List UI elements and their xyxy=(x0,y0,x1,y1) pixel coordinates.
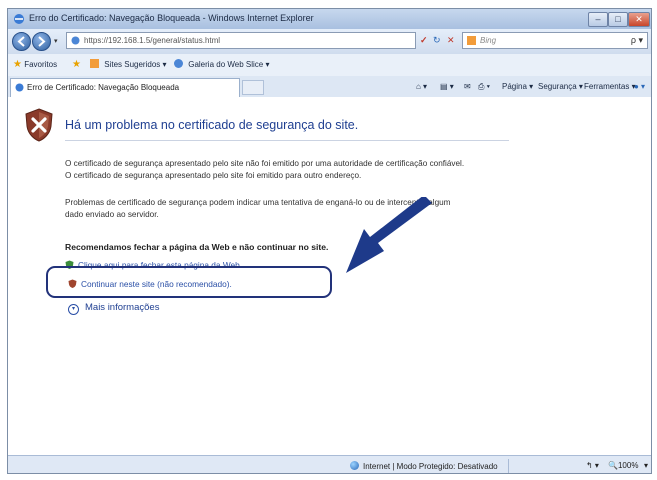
pointer-arrow-icon xyxy=(346,197,432,273)
mail-button[interactable]: ✉ xyxy=(464,82,471,91)
favorite-suggested-sites[interactable]: Sites Sugeridos ▾ xyxy=(90,59,167,69)
tab-row: Erro de Certificado: Navegação Bloqueada… xyxy=(8,76,651,97)
favorites-button[interactable]: ★ Favoritos xyxy=(13,59,57,70)
ie-page-icon xyxy=(15,83,24,92)
arrow-left-icon xyxy=(17,36,25,47)
globe-icon xyxy=(350,461,359,470)
status-bar: Internet | Modo Protegido: Desativado ↰ … xyxy=(8,455,651,473)
new-tab-button[interactable] xyxy=(242,80,264,95)
status-divider xyxy=(508,459,509,473)
address-row: ▾ https://192.168.1.5/general/status.htm… xyxy=(8,29,651,54)
web-slice-icon xyxy=(174,59,183,68)
arrow-right-icon xyxy=(38,36,46,47)
tools-menu[interactable]: Ferramentas ▾ xyxy=(584,82,636,91)
suggested-sites-icon xyxy=(90,59,99,68)
red-shield-icon xyxy=(68,279,77,288)
title-divider xyxy=(65,140,509,141)
feeds-button[interactable]: ▤ ▾ xyxy=(440,82,454,91)
continue-option[interactable]: Continuar neste site (não recomendado). xyxy=(68,279,232,289)
recent-pages-dropdown[interactable]: ▾ xyxy=(54,37,58,45)
favorites-bar: ★ Favoritos ★ Sites Sugeridos ▾ Galeria … xyxy=(8,54,651,77)
cert-problem-line-1: O certificado de segurança apresentado p… xyxy=(65,159,465,168)
address-field[interactable]: https://192.168.1.5/general/status.html xyxy=(66,32,416,49)
more-info-toggle[interactable]: ▾ Mais informações xyxy=(68,302,159,315)
security-zone[interactable]: Internet | Modo Protegido: Desativado xyxy=(350,461,498,471)
zoom-button[interactable]: 🔍100% xyxy=(608,461,638,470)
back-button[interactable] xyxy=(12,32,31,51)
magnifier-icon: 🔍 xyxy=(608,461,618,470)
print-button[interactable]: ⎙ ▾ xyxy=(478,82,490,92)
search-placeholder: Bing xyxy=(480,36,497,45)
tab-certificate-error[interactable]: Erro de Certificado: Navegação Bloqueada xyxy=(10,78,240,97)
safety-menu[interactable]: Segurança ▾ xyxy=(538,82,583,91)
page-menu[interactable]: Página ▾ xyxy=(502,82,533,91)
browser-window: Erro do Certificado: Navegação Bloqueada… xyxy=(7,8,652,474)
window-title: Erro do Certificado: Navegação Bloqueada… xyxy=(29,13,314,23)
minimize-button[interactable]: – xyxy=(588,12,608,27)
favorite-web-slice-gallery[interactable]: Galeria do Web Slice ▾ xyxy=(174,59,269,69)
search-field[interactable]: Bing ρ ▾ xyxy=(462,32,648,49)
zoom-level: 100% xyxy=(617,461,639,470)
ie-logo-icon xyxy=(14,14,24,24)
refresh-button[interactable]: ↻ xyxy=(433,32,441,49)
recommendation-text: Recomendamos fechar a página da Web e nã… xyxy=(65,242,329,252)
warning-line-2: dado enviado ao servidor. xyxy=(65,210,159,219)
protected-mode-dropdown[interactable]: ↰ ▾ xyxy=(586,461,599,470)
page-content: Há um problema no certificado de seguran… xyxy=(8,97,651,455)
page-title: Há um problema no certificado de seguran… xyxy=(65,118,359,132)
close-button[interactable]: ✕ xyxy=(628,12,650,27)
maximize-button[interactable]: □ xyxy=(608,12,628,27)
star-icon: ★ xyxy=(13,59,22,70)
title-bar: Erro do Certificado: Navegação Bloqueada… xyxy=(8,9,651,29)
cert-problem-line-2: O certificado de segurança apresentado p… xyxy=(65,171,362,180)
shield-error-icon xyxy=(25,108,53,142)
search-button[interactable]: ρ ▾ xyxy=(631,35,643,46)
page-icon xyxy=(71,36,80,45)
favorites-add-button[interactable]: ★ xyxy=(72,59,81,70)
bing-icon xyxy=(467,36,476,45)
certificate-error-icon[interactable]: ✓ xyxy=(420,32,428,49)
stop-button[interactable]: ✕ xyxy=(447,32,455,49)
address-url: https://192.168.1.5/general/status.html xyxy=(84,36,221,45)
help-menu[interactable]: ● ▾ xyxy=(634,82,645,91)
forward-button[interactable] xyxy=(32,32,51,51)
zoom-dropdown[interactable]: ▾ xyxy=(644,461,648,470)
add-favorite-icon: ★ xyxy=(72,59,81,70)
continue-link[interactable]: Continuar neste site (não recomendado). xyxy=(81,279,232,289)
chevron-down-icon: ▾ xyxy=(68,304,79,315)
home-button[interactable]: ⌂ ▾ xyxy=(416,82,427,91)
